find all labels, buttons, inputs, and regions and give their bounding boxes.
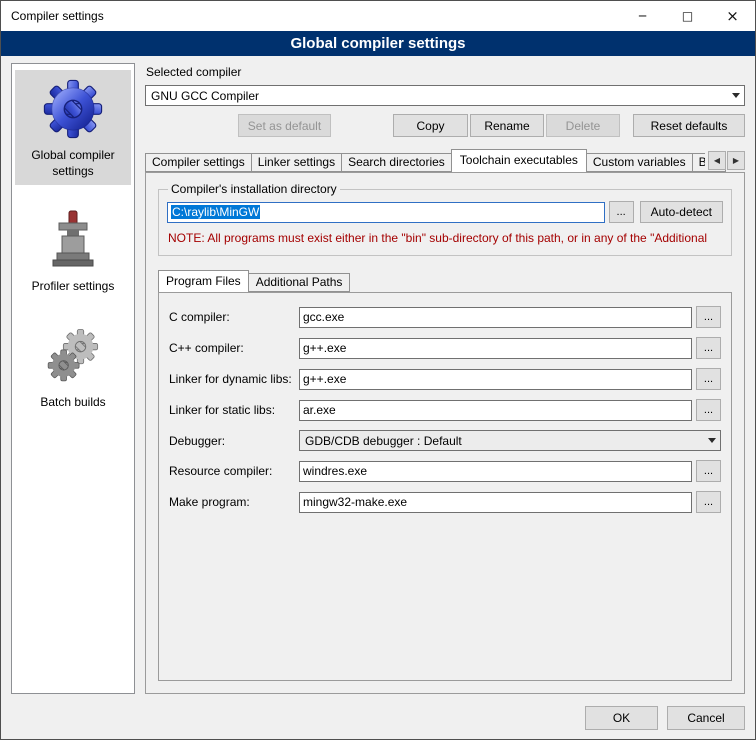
bin-subdirectory-note: NOTE: All programs must exist either in … xyxy=(168,231,722,245)
selected-compiler-value: GNU GCC Compiler xyxy=(151,89,259,103)
reset-defaults-button[interactable]: Reset defaults xyxy=(633,114,745,137)
dialog-header: Global compiler settings xyxy=(1,31,755,56)
resource-compiler-input[interactable]: windres.exe xyxy=(299,461,692,482)
tab-toolchain-executables[interactable]: Toolchain executables xyxy=(451,149,587,172)
window-controls: ─ □ × xyxy=(620,1,755,31)
tab-custom-variables[interactable]: Custom variables xyxy=(586,153,693,172)
c-compiler-value: gcc.exe xyxy=(303,310,344,324)
make-program-label: Make program: xyxy=(169,495,299,509)
dialog-footer: OK Cancel xyxy=(1,700,755,739)
debugger-dropdown[interactable]: GDB/CDB debugger : Default xyxy=(299,430,721,451)
linker-dynamic-label: Linker for dynamic libs: xyxy=(169,372,299,386)
linker-dynamic-browse-button[interactable]: ... xyxy=(696,368,721,390)
auto-detect-button[interactable]: Auto-detect xyxy=(640,201,723,223)
delete-button[interactable]: Delete xyxy=(546,114,620,137)
subtab-program-files[interactable]: Program Files xyxy=(158,270,249,292)
tab-search-directories[interactable]: Search directories xyxy=(341,153,452,172)
sidebar-item-batch-builds[interactable]: Batch builds xyxy=(15,317,131,417)
field-row-make-program: Make program: mingw32-make.exe ... xyxy=(169,491,721,513)
c-compiler-label: C compiler: xyxy=(169,310,299,324)
sidebar-item-label: Profiler settings xyxy=(32,279,115,295)
dialog-body: Global compiler settings Profiler settin… xyxy=(1,56,755,700)
resource-compiler-browse-button[interactable]: ... xyxy=(696,460,721,482)
linker-static-browse-button[interactable]: ... xyxy=(696,399,721,421)
c-compiler-input[interactable]: gcc.exe xyxy=(299,307,692,328)
c-compiler-browse-button[interactable]: ... xyxy=(696,306,721,328)
install-dir-value: C:\raylib\MinGW xyxy=(171,205,260,219)
sidebar-item-profiler-settings[interactable]: Profiler settings xyxy=(15,201,131,301)
compiler-settings-dialog: Compiler settings ─ □ × Global compiler … xyxy=(0,0,756,740)
cpp-compiler-label: C++ compiler: xyxy=(169,341,299,355)
make-program-value: mingw32-make.exe xyxy=(303,495,407,509)
sidebar-item-global-compiler-settings[interactable]: Global compiler settings xyxy=(15,70,131,185)
cpp-compiler-value: g++.exe xyxy=(303,341,346,355)
program-files-panel: C compiler: gcc.exe ... C++ compiler: g+… xyxy=(158,292,732,681)
debugger-value: GDB/CDB debugger : Default xyxy=(305,434,462,448)
settings-sidebar: Global compiler settings Profiler settin… xyxy=(11,63,135,694)
main-panel: Selected compiler GNU GCC Compiler Set a… xyxy=(145,63,745,694)
selected-compiler-dropdown[interactable]: GNU GCC Compiler xyxy=(145,85,745,106)
tab-scroll-buttons: ◀ ▶ xyxy=(705,151,745,170)
toolchain-executables-page: Compiler's installation directory C:\ray… xyxy=(145,172,745,694)
compiler-actions: Set as default Copy Rename Delete Reset … xyxy=(145,114,745,137)
field-row-c-compiler: C compiler: gcc.exe ... xyxy=(169,306,721,328)
sidebar-item-label: Global compiler settings xyxy=(17,148,129,179)
linker-dynamic-input[interactable]: g++.exe xyxy=(299,369,692,390)
maximize-button[interactable]: □ xyxy=(665,1,710,31)
install-dir-browse-button[interactable]: ... xyxy=(609,201,634,223)
tab-scroll-left-icon[interactable]: ◀ xyxy=(708,151,726,170)
subtab-additional-paths[interactable]: Additional Paths xyxy=(248,273,351,292)
cancel-button[interactable]: Cancel xyxy=(667,706,745,730)
window-title: Compiler settings xyxy=(1,9,104,23)
close-icon: × xyxy=(726,7,739,25)
linker-static-input[interactable]: ar.exe xyxy=(299,400,692,421)
field-row-resource-compiler: Resource compiler: windres.exe ... xyxy=(169,460,721,482)
debugger-label: Debugger: xyxy=(169,434,299,448)
close-button[interactable]: × xyxy=(710,1,755,31)
linker-dynamic-value: g++.exe xyxy=(303,372,346,386)
main-tabstrip: Compiler settings Linker settings Search… xyxy=(145,149,745,172)
resource-compiler-label: Resource compiler: xyxy=(169,464,299,478)
cpp-compiler-input[interactable]: g++.exe xyxy=(299,338,692,359)
selected-compiler-label: Selected compiler xyxy=(146,65,745,79)
field-row-debugger: Debugger: GDB/CDB debugger : Default xyxy=(169,430,721,451)
tab-scroll-right-icon[interactable]: ▶ xyxy=(727,151,745,170)
set-as-default-button[interactable]: Set as default xyxy=(238,114,331,137)
field-row-linker-static: Linker for static libs: ar.exe ... xyxy=(169,399,721,421)
field-row-linker-dynamic: Linker for dynamic libs: g++.exe ... xyxy=(169,368,721,390)
chevron-down-icon xyxy=(703,431,720,450)
profiler-tool-icon xyxy=(46,208,100,272)
make-program-input[interactable]: mingw32-make.exe xyxy=(299,492,692,513)
tab-linker-settings[interactable]: Linker settings xyxy=(251,153,342,172)
linker-static-value: ar.exe xyxy=(303,403,336,417)
minimize-button[interactable]: ─ xyxy=(620,1,665,31)
chevron-down-icon xyxy=(727,86,744,105)
tab-compiler-settings[interactable]: Compiler settings xyxy=(145,153,252,172)
cpp-compiler-browse-button[interactable]: ... xyxy=(696,337,721,359)
minimize-icon: ─ xyxy=(639,9,646,23)
sidebar-item-label: Batch builds xyxy=(40,395,105,411)
field-row-cpp-compiler: C++ compiler: g++.exe ... xyxy=(169,337,721,359)
maximize-icon: □ xyxy=(682,9,693,23)
gray-gears-icon xyxy=(43,324,103,388)
install-dir-group-title: Compiler's installation directory xyxy=(168,182,340,196)
titlebar: Compiler settings ─ □ × xyxy=(1,1,755,31)
install-dir-groupbox: Compiler's installation directory C:\ray… xyxy=(158,182,732,256)
make-program-browse-button[interactable]: ... xyxy=(696,491,721,513)
linker-static-label: Linker for static libs: xyxy=(169,403,299,417)
rename-button[interactable]: Rename xyxy=(470,114,544,137)
copy-button[interactable]: Copy xyxy=(393,114,468,137)
install-dir-row: C:\raylib\MinGW ... Auto-detect xyxy=(167,201,723,223)
resource-compiler-value: windres.exe xyxy=(303,464,367,478)
ok-button[interactable]: OK xyxy=(585,706,658,730)
program-files-tabstrip: Program Files Additional Paths xyxy=(158,270,732,292)
blue-gear-icon xyxy=(42,77,104,141)
install-dir-input[interactable]: C:\raylib\MinGW xyxy=(167,202,605,223)
